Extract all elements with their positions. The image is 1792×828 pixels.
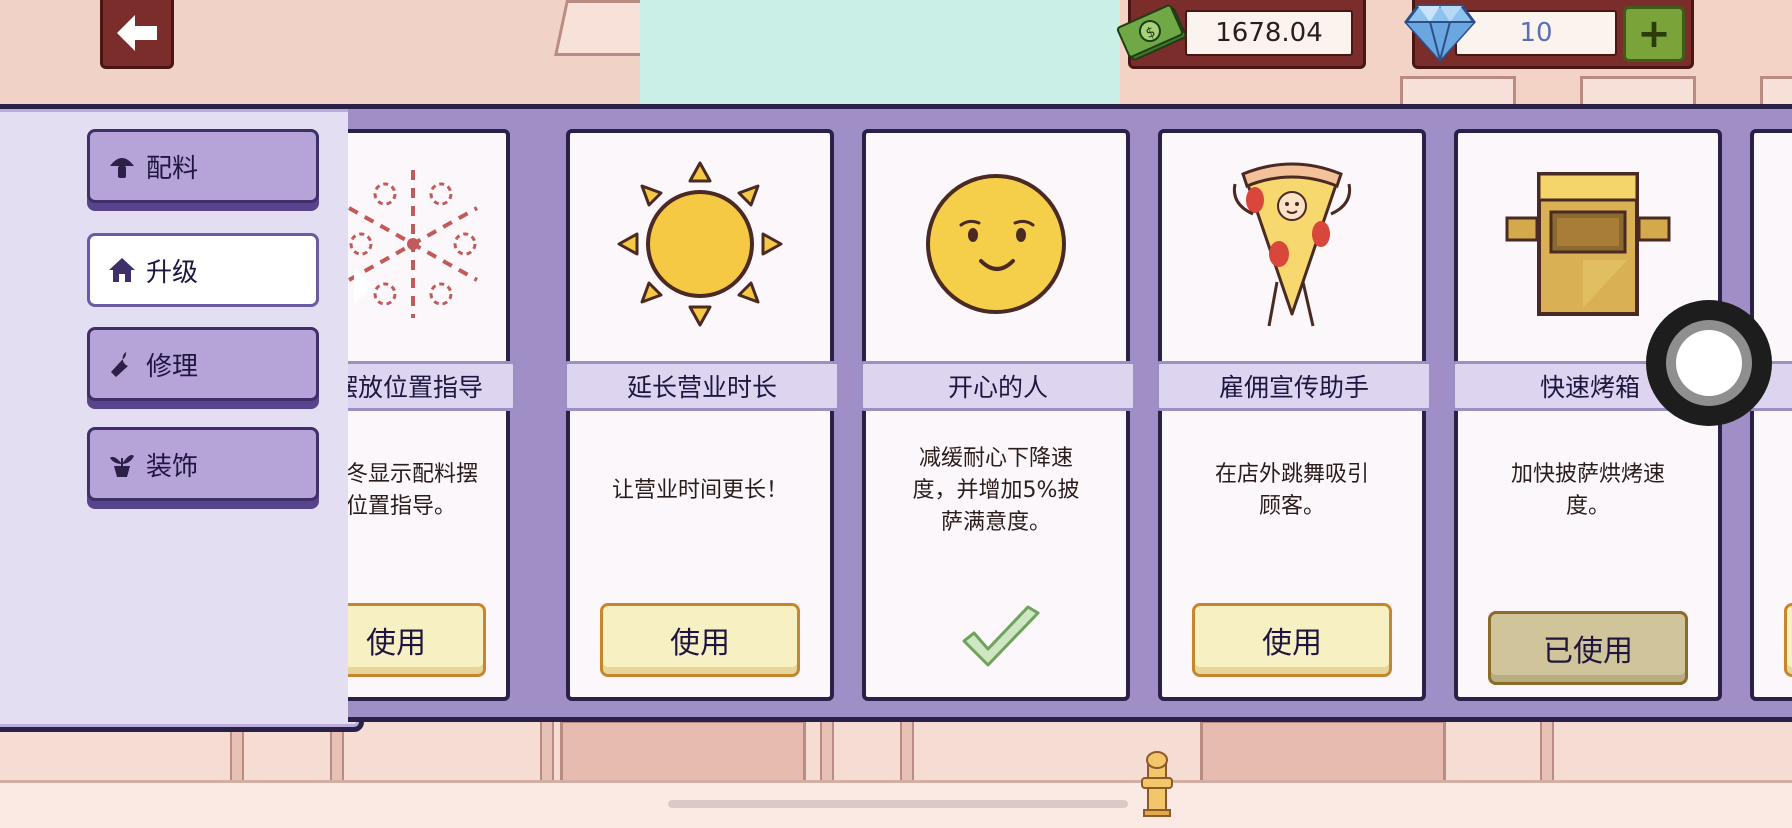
upgrade-title-text: 摆放位置指导	[348, 373, 483, 402]
upgrade-description: 加快披萨烘烤速 度。	[1472, 431, 1704, 551]
cash-icon: $	[1116, 4, 1187, 61]
desc-line: 冬显示配料摆	[348, 462, 479, 487]
desc-line: 顾客。	[1258, 494, 1325, 519]
sky	[640, 0, 1160, 110]
upgrade-title: 开心的人	[860, 361, 1136, 411]
desc-line: 减缓耐心下降速	[918, 446, 1073, 471]
upgrade-description: 减缓耐心下降速 度，并增加5%披 萨满意度。	[880, 431, 1112, 551]
upgrade-card: 延长营业时长 让营业时间更长！ 使用	[564, 129, 840, 701]
money-amount: 1678.04	[1185, 10, 1353, 56]
gem-amount: 10	[1455, 10, 1617, 56]
upgrade-title: 雇佣宣传助手	[1156, 361, 1432, 411]
menu-item-upgrades[interactable]: 升级	[87, 233, 319, 307]
desc-line: 位置指导。	[348, 494, 457, 519]
upgrade-cards: 摆放位置指导 冬显示配料摆位置指导。 使用 延长营业时	[348, 104, 1792, 722]
plant-icon	[108, 450, 136, 478]
assistive-touch-button[interactable]	[1646, 300, 1772, 426]
upgrade-card: 摆放位置指导 冬显示配料摆位置指导。 使用	[348, 129, 516, 701]
menu-item-decor[interactable]: 装饰	[87, 427, 319, 501]
snowflake-guide-icon	[348, 133, 506, 355]
active-tab-pointer	[354, 268, 374, 304]
sun-icon	[570, 133, 830, 355]
used-button[interactable]: 已使用	[1488, 611, 1688, 685]
back-button[interactable]	[100, 0, 174, 69]
menu-item-toppings[interactable]: 配料	[87, 129, 319, 203]
upgrade-card: 雇佣宣传助手 在店外跳舞吸引 顾客。 使用	[1156, 129, 1432, 701]
use-button[interactable]: 使用	[600, 603, 800, 677]
back-arrow-icon	[117, 15, 157, 51]
menu-item-label: 升级	[146, 257, 199, 288]
fire-hydrant-icon	[1141, 751, 1173, 817]
mushroom-icon	[108, 152, 136, 180]
home-indicator	[668, 800, 1128, 808]
upgrade-description: 让营业时间更长！	[584, 431, 816, 551]
menu-item-repair[interactable]: 修理	[87, 327, 319, 401]
menu-item-label: 配料	[146, 153, 199, 184]
upgrade-title: 摆放位置指导	[348, 361, 516, 411]
use-button[interactable]: 使用	[1192, 603, 1392, 677]
upgrade-description: 在店外跳舞吸引 顾客。	[1176, 431, 1408, 551]
desc-line: 度。	[1565, 494, 1610, 519]
use-button[interactable]	[1784, 603, 1792, 677]
pizza-mascot-icon	[1162, 133, 1422, 355]
use-button[interactable]: 使用	[348, 603, 486, 677]
category-menu: 配料 升级 修理 装饰	[0, 104, 364, 732]
desc-line: 在店外跳舞吸引	[1214, 462, 1369, 487]
desc-line: 度，并增加5%披	[912, 478, 1080, 503]
upgrade-title: 延长营业时长	[564, 361, 840, 411]
smiley-face-icon	[866, 133, 1126, 355]
upgrade-card: 开心的人 减缓耐心下降速 度，并增加5%披 萨满意度。	[860, 129, 1136, 701]
menu-item-label: 装饰	[146, 451, 199, 482]
diamond-icon	[1404, 4, 1476, 64]
upgrade-card	[1748, 129, 1792, 701]
upgrade-description: 冬显示配料摆 位置指导。	[348, 431, 506, 551]
desc-line: 让营业时间更长！	[611, 478, 788, 503]
checkmark-icon	[962, 605, 1040, 667]
add-gems-button[interactable]: +	[1623, 6, 1685, 62]
desc-line: 萨满意度。	[940, 510, 1051, 535]
menu-item-label: 修理	[146, 351, 199, 382]
house-icon	[108, 256, 136, 284]
desc-line: 加快披萨烘烤速	[1510, 462, 1665, 487]
wrench-icon	[108, 350, 136, 378]
